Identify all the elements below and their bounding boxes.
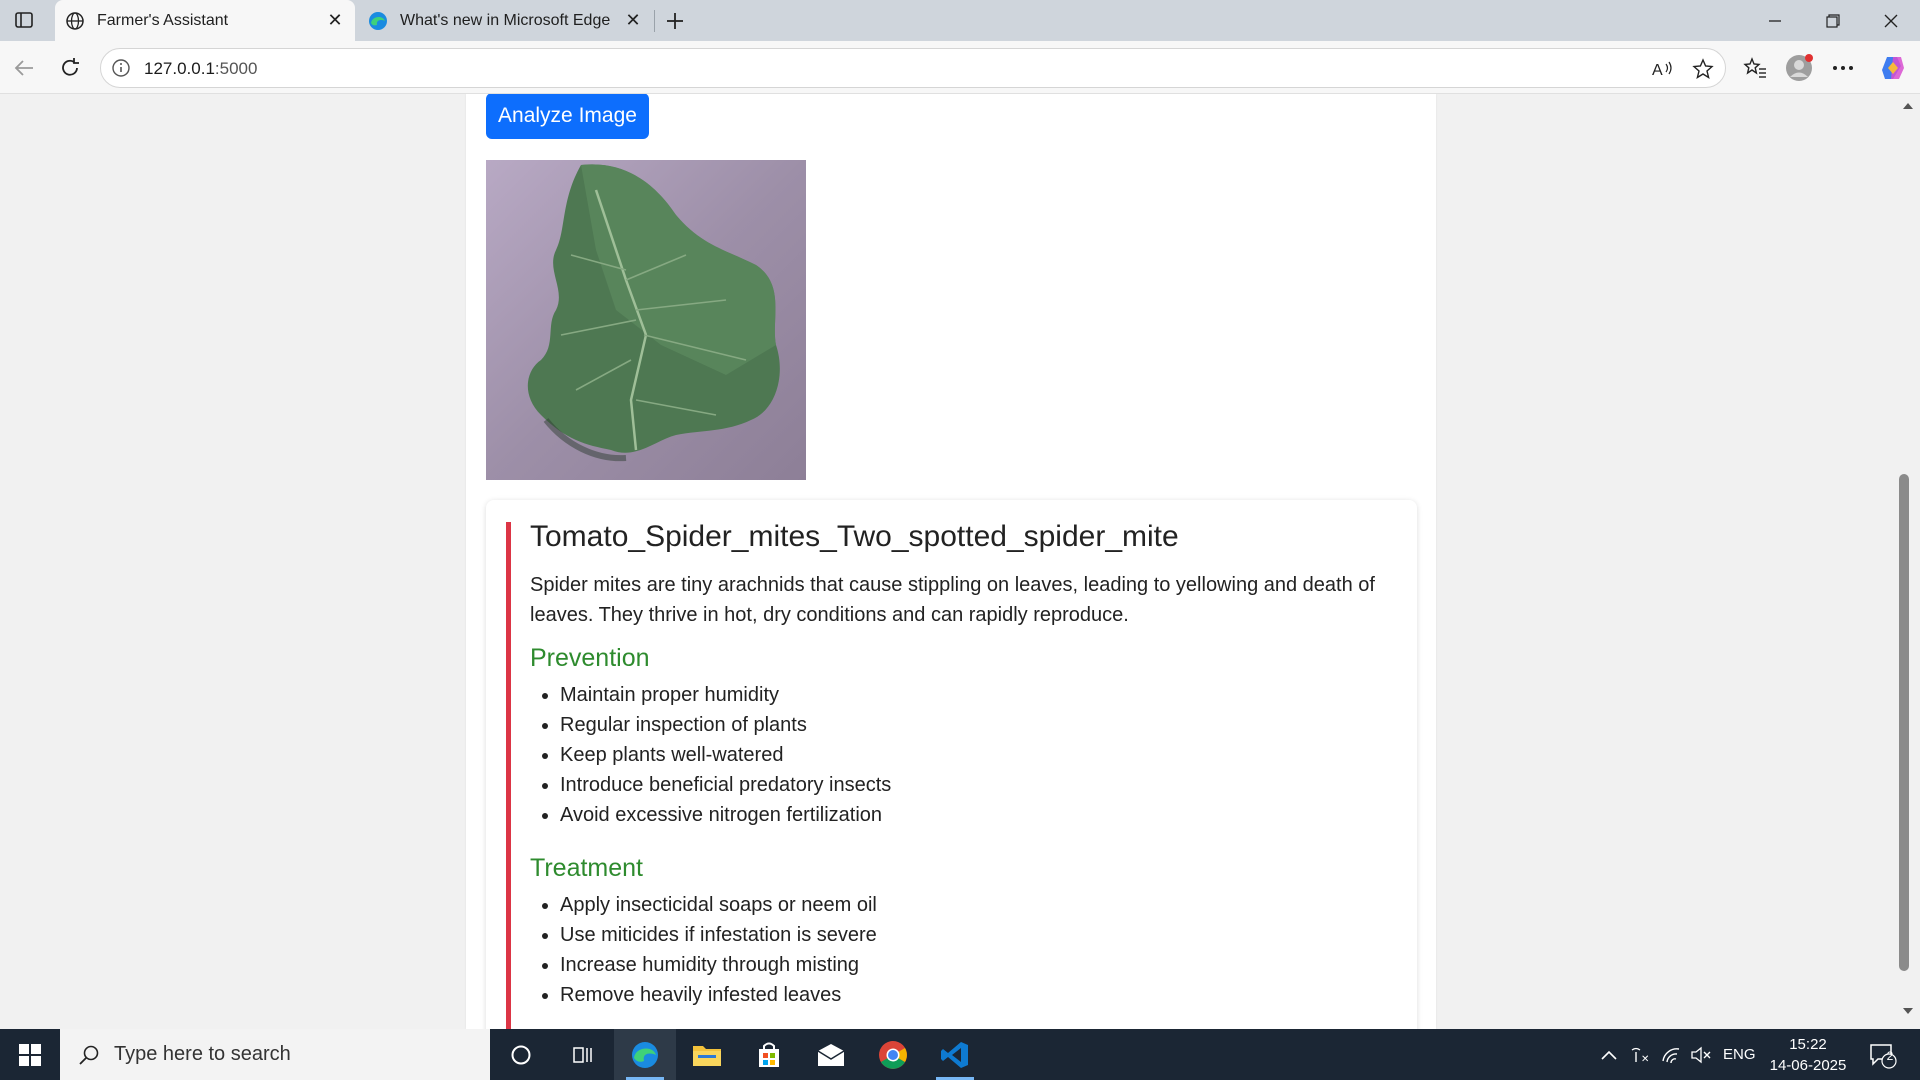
microsoft-store-icon[interactable] — [738, 1029, 800, 1080]
globe-icon — [65, 11, 85, 31]
scroll-up-arrow-icon[interactable] — [1900, 98, 1916, 114]
tab-actions-icon[interactable] — [12, 9, 36, 31]
address-bar[interactable]: 127.0.0.1:5000 A — [100, 48, 1726, 88]
more-options-icon[interactable] — [1826, 51, 1860, 85]
leaf-photo — [486, 160, 806, 480]
browser-toolbar: 127.0.0.1:5000 A — [0, 41, 1920, 94]
svg-text:✕: ✕ — [1641, 1054, 1649, 1064]
favorite-star-icon[interactable] — [1691, 57, 1715, 81]
vscode-icon[interactable] — [924, 1029, 986, 1080]
chrome-icon[interactable] — [862, 1029, 924, 1080]
tab-whats-new-edge[interactable]: What's new in Microsoft Edge ✕ — [358, 0, 653, 41]
disease-description: Spider mites are tiny arachnids that cau… — [530, 574, 1375, 626]
task-view-icon[interactable] — [552, 1029, 614, 1080]
list-item: Avoid excessive nitrogen fertilization — [530, 800, 891, 830]
clock-date: 14-06-2025 — [1769, 1057, 1847, 1074]
tab-title: What's new in Microsoft Edge — [400, 11, 611, 29]
windows-taskbar: Type here to search ✕ ENG 15:22 14-06-20… — [0, 1029, 1920, 1080]
svg-text:A: A — [1652, 62, 1663, 78]
copilot-icon[interactable] — [1876, 51, 1910, 85]
back-icon[interactable] — [7, 51, 41, 85]
edge-icon — [368, 11, 388, 31]
list-item: Maintain proper humidity — [530, 680, 891, 710]
refresh-icon[interactable] — [53, 51, 87, 85]
taskbar-search-box[interactable]: Type here to search — [60, 1029, 490, 1080]
close-window-icon[interactable] — [1862, 0, 1920, 41]
list-item: Keep plants well-watered — [530, 740, 891, 770]
mail-icon[interactable] — [800, 1029, 862, 1080]
network-status-icon[interactable]: ✕ — [1630, 1029, 1652, 1080]
list-item: Apply insecticidal soaps or neem oil — [530, 890, 877, 920]
scroll-down-arrow-icon[interactable] — [1900, 1003, 1916, 1019]
list-item: Increase humidity through misting — [530, 950, 877, 980]
read-aloud-icon[interactable]: A — [1651, 57, 1675, 81]
scrollbar-thumb[interactable] — [1899, 474, 1909, 971]
result-card: Tomato_Spider_mites_Two_spotted_spider_m… — [486, 500, 1417, 1029]
list-item: Use miticides if infestation is severe — [530, 920, 877, 950]
clock-time: 15:22 — [1789, 1036, 1827, 1053]
tab-strip: Farmer's Assistant ✕ What's new in Micro… — [0, 0, 1920, 41]
favorites-icon[interactable] — [1738, 51, 1772, 85]
url-text: 127.0.0.1:5000 — [144, 59, 257, 79]
restore-icon[interactable] — [1804, 0, 1862, 41]
notification-center-icon[interactable]: 2 — [1868, 1029, 1898, 1080]
notification-count: 2 — [1886, 1049, 1894, 1063]
close-tab-icon[interactable]: ✕ — [619, 7, 647, 35]
show-hidden-icons-icon[interactable] — [1600, 1029, 1618, 1080]
windows-start-icon[interactable] — [0, 1029, 60, 1080]
main-container: Analyze Image Tomato_Spider_mites_Two_sp… — [466, 94, 1436, 1029]
tab-separator — [654, 10, 655, 32]
disease-title: Tomato_Spider_mites_Two_spotted_spider_m… — [530, 520, 1179, 553]
treatment-list: Apply insecticidal soaps or neem oil Use… — [530, 890, 877, 1010]
clock[interactable]: 15:22 14-06-2025 — [1762, 1034, 1854, 1076]
profile-avatar[interactable] — [1782, 51, 1816, 85]
file-explorer-icon[interactable] — [676, 1029, 738, 1080]
search-icon — [74, 1044, 104, 1066]
tab-farmers-assistant[interactable]: Farmer's Assistant ✕ — [55, 0, 355, 41]
volume-muted-icon[interactable] — [1690, 1029, 1712, 1080]
list-item: Regular inspection of plants — [530, 710, 891, 740]
list-item: Remove heavily infested leaves — [530, 980, 877, 1010]
prevention-heading: Prevention — [530, 644, 650, 672]
minimize-icon[interactable] — [1746, 0, 1804, 41]
treatment-heading: Treatment — [530, 854, 644, 882]
edge-taskbar-icon[interactable] — [614, 1029, 676, 1080]
prevention-list: Maintain proper humidity Regular inspect… — [530, 680, 891, 830]
tab-title: Farmer's Assistant — [97, 11, 229, 29]
search-placeholder: Type here to search — [114, 1043, 291, 1065]
cortana-icon[interactable] — [490, 1029, 552, 1080]
wifi-icon[interactable] — [1661, 1029, 1681, 1080]
close-tab-icon[interactable]: ✕ — [321, 7, 349, 35]
url-host: 127.0.0.1 — [144, 59, 215, 78]
list-item: Introduce beneficial predatory insects — [530, 770, 891, 800]
page-viewport: Analyze Image Tomato_Spider_mites_Two_sp… — [0, 94, 1920, 1029]
language-indicator[interactable]: ENG — [1723, 1029, 1756, 1080]
new-tab-icon[interactable] — [660, 6, 690, 36]
result-accent-bar — [506, 522, 511, 1029]
url-port: :5000 — [214, 59, 258, 78]
site-info-icon[interactable] — [111, 58, 131, 78]
analyze-image-button[interactable]: Analyze Image — [486, 94, 649, 139]
